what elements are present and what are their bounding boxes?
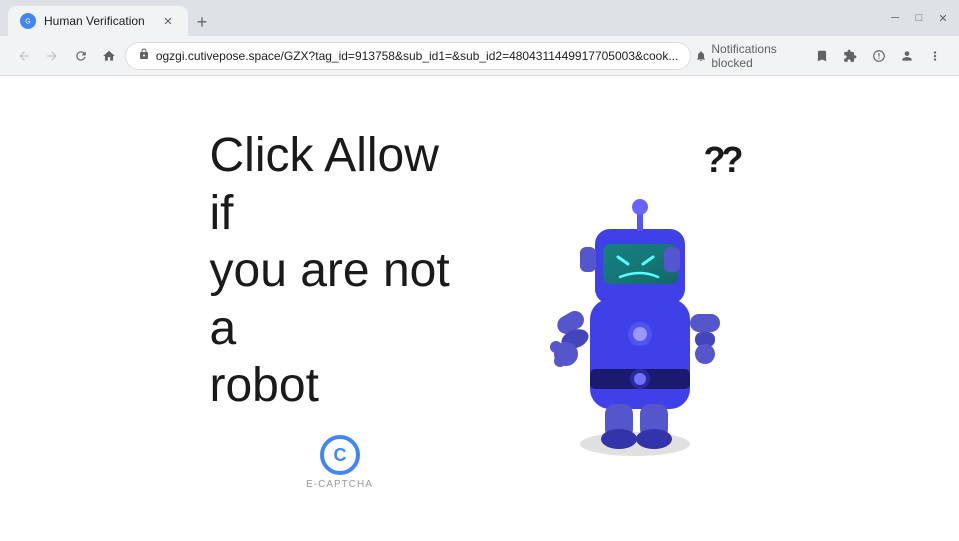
url-text: ogzgi.cutivepose.space/GZX?tag_id=913758… <box>156 49 679 63</box>
tab-favicon: G <box>20 13 36 29</box>
active-tab[interactable]: G Human Verification ✕ <box>8 6 188 36</box>
reload-button[interactable] <box>68 42 92 70</box>
robot-svg <box>530 139 730 459</box>
captcha-logo-icon: C <box>320 435 360 475</box>
content-wrapper: Click Allow if you are not a robot C E-C… <box>170 87 790 530</box>
extensions-button[interactable] <box>838 42 862 70</box>
question-marks: ?? <box>704 139 740 181</box>
back-button[interactable] <box>12 42 36 70</box>
forward-button[interactable] <box>40 42 64 70</box>
tabs-area: G Human Verification ✕ + <box>8 0 883 36</box>
captcha-brand: C E-CAPTCHA <box>210 435 470 490</box>
window-controls: ─ □ ✕ <box>887 10 951 26</box>
captcha-label: E-CAPTCHA <box>306 479 373 490</box>
notifications-blocked-label: Notifications blocked <box>711 42 806 70</box>
toolbar: ogzgi.cutivepose.space/GZX?tag_id=913758… <box>0 36 959 76</box>
address-bar[interactable]: ogzgi.cutivepose.space/GZX?tag_id=913758… <box>125 42 692 70</box>
chrome-browser: G Human Verification ✕ + ─ □ ✕ <box>0 0 959 541</box>
menu-button[interactable] <box>923 42 947 70</box>
lock-icon <box>138 48 150 63</box>
page-content: Click Allow if you are not a robot C E-C… <box>0 76 959 541</box>
minimize-button[interactable]: ─ <box>887 10 903 26</box>
maximize-button[interactable]: □ <box>911 10 927 26</box>
title-bar: G Human Verification ✕ + ─ □ ✕ <box>0 0 959 36</box>
text-section: Click Allow if you are not a robot C E-C… <box>210 127 470 490</box>
heading-line1: Click Allow if <box>210 129 439 240</box>
close-button[interactable]: ✕ <box>935 10 951 26</box>
svg-text:G: G <box>25 19 30 26</box>
home-button[interactable] <box>97 42 121 70</box>
bookmark-button[interactable] <box>810 42 834 70</box>
main-heading: Click Allow if you are not a robot <box>210 127 470 415</box>
tab-title: Human Verification <box>44 14 152 28</box>
heading-line2: you are not a <box>210 244 450 355</box>
svg-text:C: C <box>333 445 346 465</box>
robot-illustration: ?? <box>530 139 750 479</box>
heading-line3: robot <box>210 359 319 412</box>
profile-button[interactable] <box>895 42 919 70</box>
tab-close-button[interactable]: ✕ <box>160 13 176 29</box>
new-tab-button[interactable]: + <box>188 8 216 36</box>
downloads-button[interactable] <box>866 42 890 70</box>
notifications-blocked[interactable]: Notifications blocked <box>695 42 806 70</box>
